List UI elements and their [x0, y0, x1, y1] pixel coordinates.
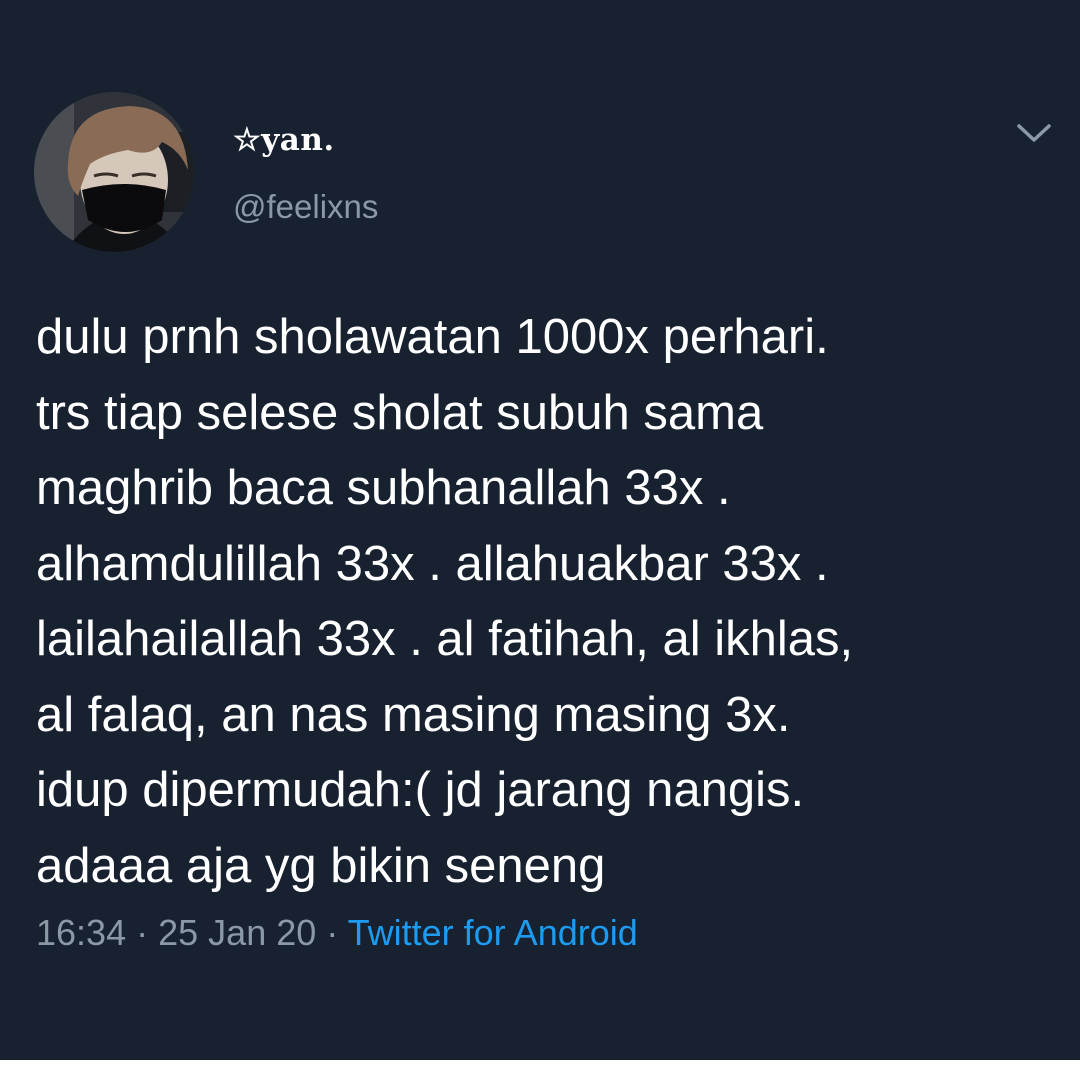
user-handle[interactable]: @feelixns [233, 188, 378, 226]
tweet-text-line: al falaq, an nas masing masing 3x. [36, 687, 791, 742]
tweet-text-line: trs tiap selese sholat subuh sama [36, 385, 764, 440]
avatar-image [34, 92, 194, 252]
tweet-text-line: idup dipermudah:( jd jarang nangis. [36, 763, 805, 817]
tweet-text-line: adaaa aja yg bikin seneng [36, 838, 606, 893]
meta-separator: · [326, 912, 339, 953]
tweet-text-line: alhamdulillah 33x . allahuakbar 33x . [36, 536, 829, 591]
tweet-source-link[interactable]: Twitter for Android [348, 912, 638, 953]
display-name[interactable]: ☆yan. [233, 120, 335, 160]
tweet-date[interactable]: 25 Jan 20 [158, 912, 316, 953]
tweet-text-line: maghrib baca subhanallah 33x . [36, 461, 731, 515]
bottom-edge [0, 1060, 1080, 1080]
tweet-text: dulu prnh sholawatan 1000x perhari. trs … [36, 300, 1056, 904]
tweet-time[interactable]: 16:34 [36, 912, 126, 953]
tweet-card: ☆yan. @feelixns dulu prnh sholawatan 100… [0, 0, 1080, 1060]
avatar[interactable] [34, 92, 194, 252]
tweet-meta: 16:34 · 25 Jan 20 · Twitter for Android [36, 912, 638, 954]
tweet-text-line: lailahailallah 33x . al fatihah, al ikhl… [36, 612, 854, 666]
tweet-text-line: dulu prnh sholawatan 1000x perhari. [36, 310, 829, 364]
meta-separator: · [136, 912, 149, 953]
chevron-down-icon[interactable] [1014, 118, 1054, 148]
